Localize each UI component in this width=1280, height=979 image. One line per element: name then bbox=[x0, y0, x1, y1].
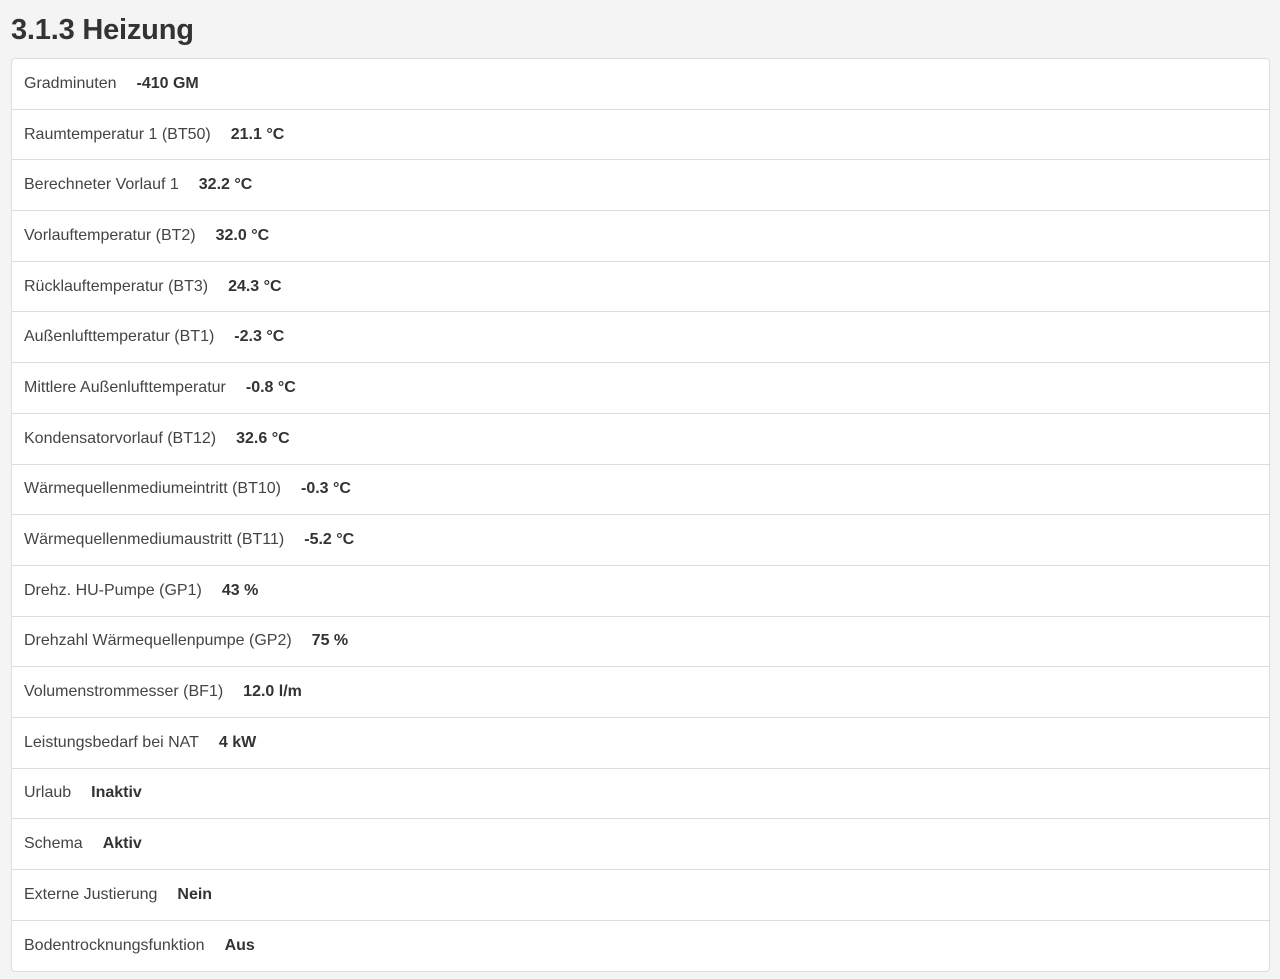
item-value: 75 % bbox=[311, 632, 349, 650]
list-item-source-outlet: Wärmequellenmediumaustritt (BT11) -5.2 °… bbox=[12, 515, 1269, 566]
item-value: 32.6 °C bbox=[236, 429, 290, 447]
list-item-flow-meter: Volumenstrommesser (BF1) 12.0 l/m bbox=[12, 667, 1269, 718]
list-item-avg-outdoor-temp: Mittlere Außenlufttemperatur -0.8 °C bbox=[12, 363, 1269, 414]
item-value: 21.1 °C bbox=[230, 125, 285, 143]
item-value: -410 GM bbox=[136, 74, 199, 92]
item-label: Externe Justierung bbox=[24, 885, 158, 903]
item-value: 12.0 l/m bbox=[243, 683, 302, 701]
list-item-external-adjustment: Externe Justierung Nein bbox=[12, 870, 1269, 921]
item-label: Vorlauftemperatur (BT2) bbox=[24, 226, 196, 244]
list-item-schedule: Schema Aktiv bbox=[12, 819, 1269, 870]
item-label: Rücklauftemperatur (BT3) bbox=[24, 277, 209, 295]
item-label: Berechneter Vorlauf 1 bbox=[24, 176, 179, 194]
list-item-condenser-flow: Kondensatorvorlauf (BT12) 32.6 °C bbox=[12, 414, 1269, 465]
item-label: Drehz. HU-Pumpe (GP1) bbox=[24, 581, 202, 599]
item-value: 32.2 °C bbox=[198, 176, 253, 194]
item-value: 32.0 °C bbox=[215, 226, 270, 244]
list-item-calculated-flow: Berechneter Vorlauf 1 32.2 °C bbox=[12, 160, 1269, 212]
item-label: Schema bbox=[24, 835, 83, 853]
item-value: -0.8 °C bbox=[245, 378, 296, 396]
item-label: Urlaub bbox=[24, 784, 72, 802]
item-value: 4 kW bbox=[218, 733, 257, 751]
list-item-hu-pump-speed: Drehz. HU-Pumpe (GP1) 43 % bbox=[12, 566, 1269, 617]
list-item-return-temp: Rücklauftemperatur (BT3) 24.3 °C bbox=[12, 262, 1269, 313]
item-label: Wärmequellenmediumaustritt (BT11) bbox=[24, 531, 285, 549]
list-item-source-pump-speed: Drehzahl Wärmequellenpumpe (GP2) 75 % bbox=[12, 617, 1269, 668]
item-label: Mittlere Außenlufttemperatur bbox=[24, 378, 226, 396]
list-item-outdoor-temp: Außenlufttemperatur (BT1) -2.3 °C bbox=[12, 312, 1269, 364]
item-value: 24.3 °C bbox=[228, 277, 282, 295]
item-label: Wärmequellenmediumeintritt (BT10) bbox=[24, 480, 281, 498]
item-label: Raumtemperatur 1 (BT50) bbox=[24, 125, 211, 143]
page-container: 3.1.3 Heizung Gradminuten -410 GM Raumte… bbox=[0, 0, 1280, 973]
list-item-gradminuten: Gradminuten -410 GM bbox=[12, 59, 1269, 110]
list-item-room-temp: Raumtemperatur 1 (BT50) 21.1 °C bbox=[12, 110, 1269, 161]
item-value: -5.2 °C bbox=[304, 531, 355, 549]
page-title: 3.1.3 Heizung bbox=[11, 14, 194, 46]
item-value: Aus bbox=[224, 937, 255, 955]
list-item-flow-temp: Vorlauftemperatur (BT2) 32.0 °C bbox=[12, 211, 1269, 262]
item-label: Außenlufttemperatur (BT1) bbox=[24, 328, 215, 346]
item-label: Bodentrocknungsfunktion bbox=[24, 937, 205, 955]
item-label: Kondensatorvorlauf (BT12) bbox=[24, 429, 217, 447]
item-value: Nein bbox=[177, 885, 213, 903]
list-item-holiday: Urlaub Inaktiv bbox=[12, 769, 1269, 820]
item-label: Drehzahl Wärmequellenpumpe (GP2) bbox=[24, 632, 292, 650]
item-value: Aktiv bbox=[102, 835, 142, 853]
item-label: Leistungsbedarf bei NAT bbox=[24, 733, 199, 751]
item-value: 43 % bbox=[221, 581, 259, 599]
item-label: Gradminuten bbox=[24, 74, 117, 92]
item-value: -0.3 °C bbox=[300, 480, 351, 498]
list-item-power-demand: Leistungsbedarf bei NAT 4 kW bbox=[12, 718, 1269, 769]
item-label: Volumenstrommesser (BF1) bbox=[24, 683, 224, 701]
item-value: -2.3 °C bbox=[234, 328, 285, 346]
item-value: Inaktiv bbox=[91, 784, 142, 802]
list-item-source-inlet: Wärmequellenmediumeintritt (BT10) -0.3 °… bbox=[12, 465, 1269, 516]
list-item-floor-drying: Bodentrocknungsfunktion Aus bbox=[12, 921, 1269, 972]
heating-values-list: Gradminuten -410 GM Raumtemperatur 1 (BT… bbox=[11, 58, 1270, 973]
